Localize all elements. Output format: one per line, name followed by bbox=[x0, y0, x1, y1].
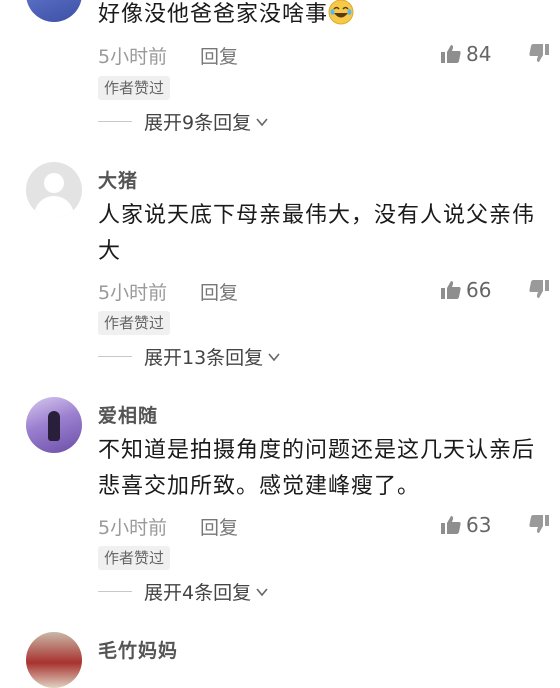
chevron-down-icon bbox=[256, 587, 268, 596]
thumbs-up-icon bbox=[441, 516, 461, 534]
chevron-down-icon bbox=[256, 117, 268, 126]
author-liked-badge: 作者赞过 bbox=[98, 76, 171, 100]
comment-text: 好像没他爸爸家没啥事 bbox=[98, 0, 550, 33]
comment-text: 人家说天底下母亲最伟大，没有人说父亲伟大 bbox=[98, 203, 536, 264]
like-count: 63 bbox=[466, 513, 492, 537]
comment-time: 5小时前 bbox=[98, 282, 168, 304]
expand-replies-label: 展开13条回复 bbox=[144, 347, 264, 369]
avatar[interactable] bbox=[26, 162, 82, 218]
thumbs-up-icon bbox=[441, 45, 461, 63]
laughing-tears-emoji-icon bbox=[328, 0, 354, 25]
divider bbox=[98, 356, 132, 357]
chevron-down-icon bbox=[268, 352, 280, 361]
like-count: 66 bbox=[466, 278, 492, 302]
like-count: 84 bbox=[466, 42, 492, 66]
expand-replies-label: 展开9条回复 bbox=[144, 112, 252, 134]
author-liked-badge: 作者赞过 bbox=[98, 311, 171, 335]
expand-replies-button[interactable]: 展开9条回复 bbox=[98, 108, 269, 135]
reply-button[interactable]: 回复 bbox=[200, 278, 238, 305]
reply-button[interactable]: 回复 bbox=[200, 513, 238, 540]
expand-replies-button[interactable]: 展开13条回复 bbox=[98, 343, 281, 370]
comment-time: 5小时前 bbox=[98, 46, 168, 68]
expand-replies-label: 展开4条回复 bbox=[144, 582, 252, 604]
comment-text: 不知道是拍摄角度的问题还是这几天认亲后悲喜交加所致。感觉建峰瘦了。 bbox=[98, 438, 536, 499]
expand-replies-button[interactable]: 展开4条回复 bbox=[98, 578, 269, 605]
divider bbox=[98, 121, 132, 122]
avatar[interactable] bbox=[26, 397, 82, 453]
divider bbox=[98, 591, 132, 592]
comment-username[interactable]: 爱相随 bbox=[98, 401, 158, 428]
like-button[interactable]: 84 bbox=[440, 42, 491, 66]
like-button[interactable]: 63 bbox=[440, 513, 491, 537]
thumbs-up-icon bbox=[441, 281, 461, 299]
thumbs-down-icon[interactable] bbox=[528, 42, 550, 64]
like-button[interactable]: 66 bbox=[440, 278, 491, 302]
thumbs-down-icon[interactable] bbox=[528, 513, 550, 535]
comment-username[interactable]: 毛竹妈妈 bbox=[98, 636, 178, 663]
comment-time: 5小时前 bbox=[98, 517, 168, 539]
comment-username[interactable]: 大猪 bbox=[98, 166, 138, 193]
thumbs-down-icon[interactable] bbox=[528, 278, 550, 300]
reply-button[interactable]: 回复 bbox=[200, 42, 238, 69]
author-liked-badge: 作者赞过 bbox=[98, 546, 171, 570]
avatar[interactable] bbox=[26, 632, 82, 688]
avatar[interactable] bbox=[26, 0, 82, 22]
